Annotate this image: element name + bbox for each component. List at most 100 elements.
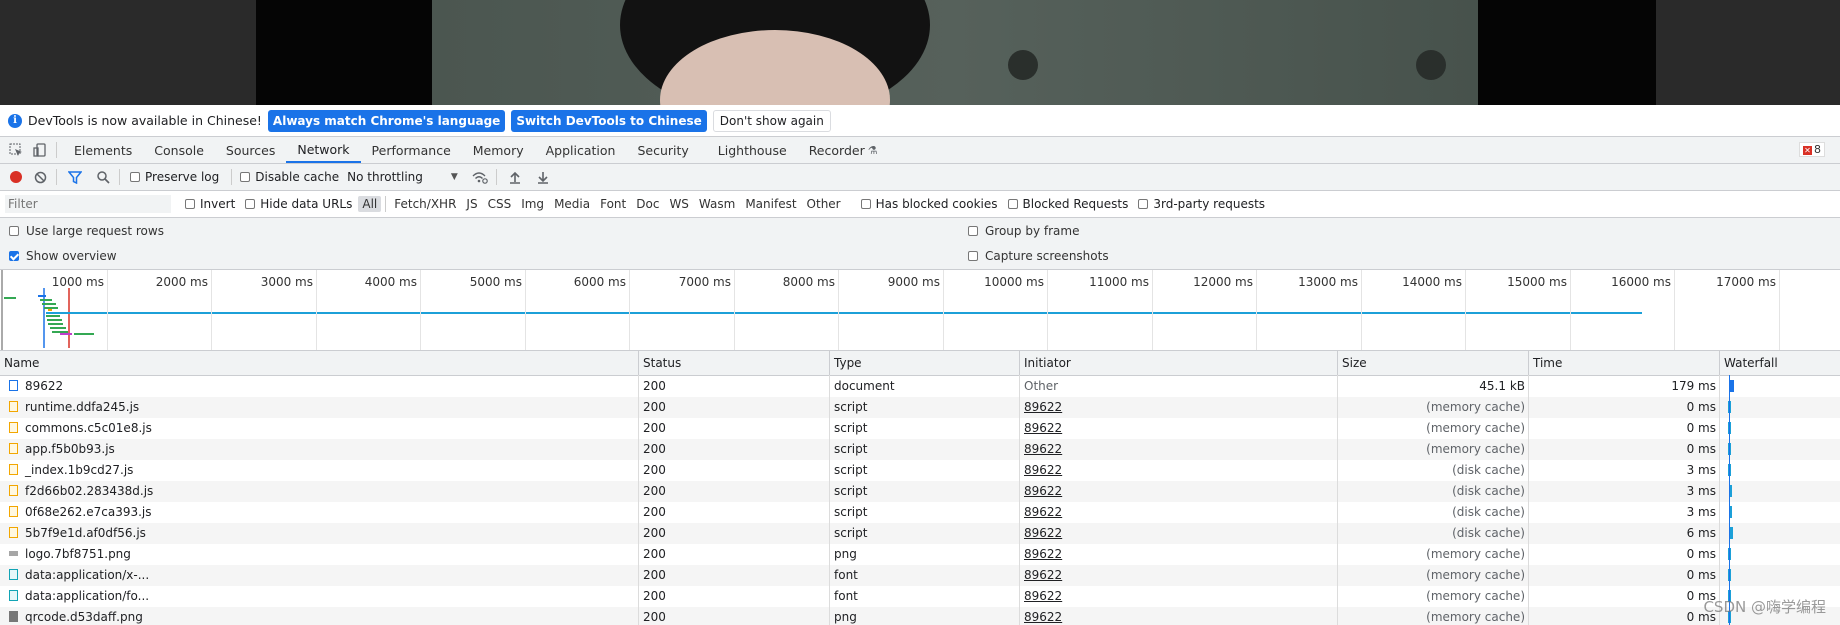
export-har-icon[interactable] [533, 171, 553, 184]
table-row[interactable]: data:application/fo... 200 font 89622 (memor… [0, 586, 1840, 607]
initiator-cell[interactable]: 89622 [1020, 565, 1338, 586]
third-party-requests-checkbox[interactable]: 3rd-party requests [1138, 197, 1265, 211]
table-row[interactable]: data:application/x-... 200 font 89622 (memor… [0, 565, 1840, 586]
filter-type-fetch-xhr[interactable]: Fetch/XHR [390, 196, 460, 212]
device-toolbar-icon[interactable] [30, 140, 50, 160]
tab-memory[interactable]: Memory [462, 137, 535, 163]
initiator-cell[interactable]: 89622 [1020, 523, 1338, 544]
filter-icon[interactable] [65, 170, 85, 184]
invert-checkbox[interactable]: Invert [185, 197, 235, 211]
initiator-cell[interactable]: 89622 [1020, 481, 1338, 502]
table-row[interactable]: 0f68e262.e7ca393.js 200 script 89622 (disk c… [0, 502, 1840, 523]
request-name-cell[interactable]: data:application/x-... [0, 565, 639, 586]
inspect-element-icon[interactable] [6, 140, 26, 160]
column-header-status[interactable]: Status [639, 351, 830, 375]
match-language-button[interactable]: Always match Chrome's language [267, 109, 506, 132]
request-name-cell[interactable]: _index.1b9cd27.js [0, 460, 639, 481]
table-row[interactable]: logo.7bf8751.png 200 png 89622 (memory cache… [0, 544, 1840, 565]
checkbox-box[interactable] [240, 172, 251, 182]
request-name-cell[interactable]: app.f5b0b93.js [0, 439, 639, 460]
tab-application[interactable]: Application [535, 137, 627, 163]
has-blocked-cookies-checkbox[interactable]: Has blocked cookies [860, 197, 998, 211]
tab-recorder[interactable]: Recorder [798, 137, 868, 163]
request-name-cell[interactable]: commons.c5c01e8.js [0, 418, 639, 439]
tab-elements[interactable]: Elements [63, 137, 143, 163]
checkbox-box[interactable] [860, 199, 871, 209]
checkbox-box[interactable] [185, 199, 195, 209]
column-header-type[interactable]: Type [830, 351, 1020, 375]
filter-type-css[interactable]: CSS [484, 196, 516, 212]
large-request-rows-checkbox[interactable]: Use large request rows [9, 224, 164, 238]
initiator-cell[interactable]: 89622 [1020, 397, 1338, 418]
preserve-log-checkbox[interactable]: Preserve log [130, 170, 219, 184]
initiator-cell[interactable]: 89622 [1020, 586, 1338, 607]
checkbox-box[interactable] [968, 251, 978, 261]
column-header-waterfall[interactable]: Waterfall [1720, 351, 1840, 375]
column-header-time[interactable]: Time [1529, 351, 1720, 375]
request-name-cell[interactable]: qrcode.d53daff.png [0, 607, 639, 625]
network-overview-timeline[interactable]: 1000 ms 2000 ms 3000 ms 4000 ms 5000 ms 6000 … [0, 270, 1840, 351]
show-overview-checkbox[interactable]: Show overview [9, 249, 117, 263]
table-row[interactable]: _index.1b9cd27.js 200 script 89622 (disk cac… [0, 460, 1840, 481]
tab-security[interactable]: Security [626, 137, 699, 163]
table-row[interactable]: app.f5b0b93.js 200 script 89622 (memory cach… [0, 439, 1840, 460]
tab-network[interactable]: Network [286, 137, 361, 163]
filter-type-js[interactable]: JS [462, 196, 481, 212]
checkbox-box[interactable] [1138, 199, 1149, 209]
table-row[interactable]: 5b7f9e1d.af0df56.js 200 script 89622 (disk c… [0, 523, 1840, 544]
request-name-cell[interactable]: 0f68e262.e7ca393.js [0, 502, 639, 523]
filter-type-all[interactable]: All [358, 196, 382, 212]
table-row[interactable]: qrcode.d53daff.png 200 png 89622 (memory cac… [0, 607, 1840, 625]
switch-to-chinese-button[interactable]: Switch DevTools to Chinese [511, 109, 707, 132]
column-header-size[interactable]: Size [1338, 351, 1529, 375]
filter-type-img[interactable]: Img [517, 196, 548, 212]
request-name-cell[interactable]: f2d66b02.283438d.js [0, 481, 639, 502]
checkbox-box[interactable] [245, 199, 256, 209]
initiator-cell[interactable]: 89622 [1020, 418, 1338, 439]
tab-performance[interactable]: Performance [361, 137, 462, 163]
filter-type-ws[interactable]: WS [665, 196, 692, 212]
filter-type-wasm[interactable]: Wasm [695, 196, 739, 212]
hide-data-urls-checkbox[interactable]: Hide data URLs [245, 197, 352, 211]
checkbox-box[interactable] [9, 226, 19, 236]
filter-type-media[interactable]: Media [550, 196, 594, 212]
initiator-cell[interactable]: 89622 [1020, 439, 1338, 460]
initiator-cell[interactable]: 89622 [1020, 460, 1338, 481]
column-header-initiator[interactable]: Initiator [1020, 351, 1338, 375]
table-row[interactable]: 89622 200 document Other 45.1 kB 179 ms [0, 376, 1840, 397]
group-by-frame-checkbox[interactable]: Group by frame [968, 224, 1079, 238]
error-count-badge[interactable]: ✕ 8 [1799, 142, 1825, 157]
checkbox-box[interactable] [9, 251, 19, 261]
checkbox-box[interactable] [130, 172, 140, 182]
filter-type-other[interactable]: Other [803, 196, 845, 212]
checkbox-box[interactable] [1007, 199, 1018, 209]
capture-screenshots-checkbox[interactable]: Capture screenshots [968, 249, 1109, 263]
tab-console[interactable]: Console [143, 137, 215, 163]
filter-type-font[interactable]: Font [596, 196, 630, 212]
column-header-name[interactable]: Name [0, 351, 639, 375]
table-row[interactable]: f2d66b02.283438d.js 200 script 89622 (disk c… [0, 481, 1840, 502]
filter-input[interactable] [5, 195, 171, 213]
request-name-cell[interactable]: runtime.ddfa245.js [0, 397, 639, 418]
request-name-cell[interactable]: data:application/fo... [0, 586, 639, 607]
table-row[interactable]: runtime.ddfa245.js 200 script 89622 (memory … [0, 397, 1840, 418]
import-har-icon[interactable] [505, 171, 525, 184]
clear-icon[interactable] [30, 171, 50, 184]
filter-type-manifest[interactable]: Manifest [741, 196, 800, 212]
initiator-cell[interactable]: 89622 [1020, 502, 1338, 523]
initiator-cell[interactable]: 89622 [1020, 607, 1338, 625]
network-conditions-icon[interactable] [470, 171, 490, 184]
disable-cache-checkbox[interactable]: Disable cache [240, 170, 339, 184]
table-row[interactable]: commons.c5c01e8.js 200 script 89622 (memory … [0, 418, 1840, 439]
initiator-cell[interactable]: 89622 [1020, 544, 1338, 565]
request-name-cell[interactable]: logo.7bf8751.png [0, 544, 639, 565]
filter-type-doc[interactable]: Doc [632, 196, 663, 212]
tab-sources[interactable]: Sources [215, 137, 286, 163]
tab-lighthouse[interactable]: Lighthouse [700, 137, 798, 163]
dont-show-again-button[interactable]: Don't show again [712, 109, 831, 132]
throttling-select[interactable]: No throttling ▼ [347, 170, 458, 184]
request-name-cell[interactable]: 89622 [0, 376, 639, 397]
request-name-cell[interactable]: 5b7f9e1d.af0df56.js [0, 523, 639, 544]
blocked-requests-checkbox[interactable]: Blocked Requests [1007, 197, 1128, 211]
search-icon[interactable] [93, 170, 113, 184]
